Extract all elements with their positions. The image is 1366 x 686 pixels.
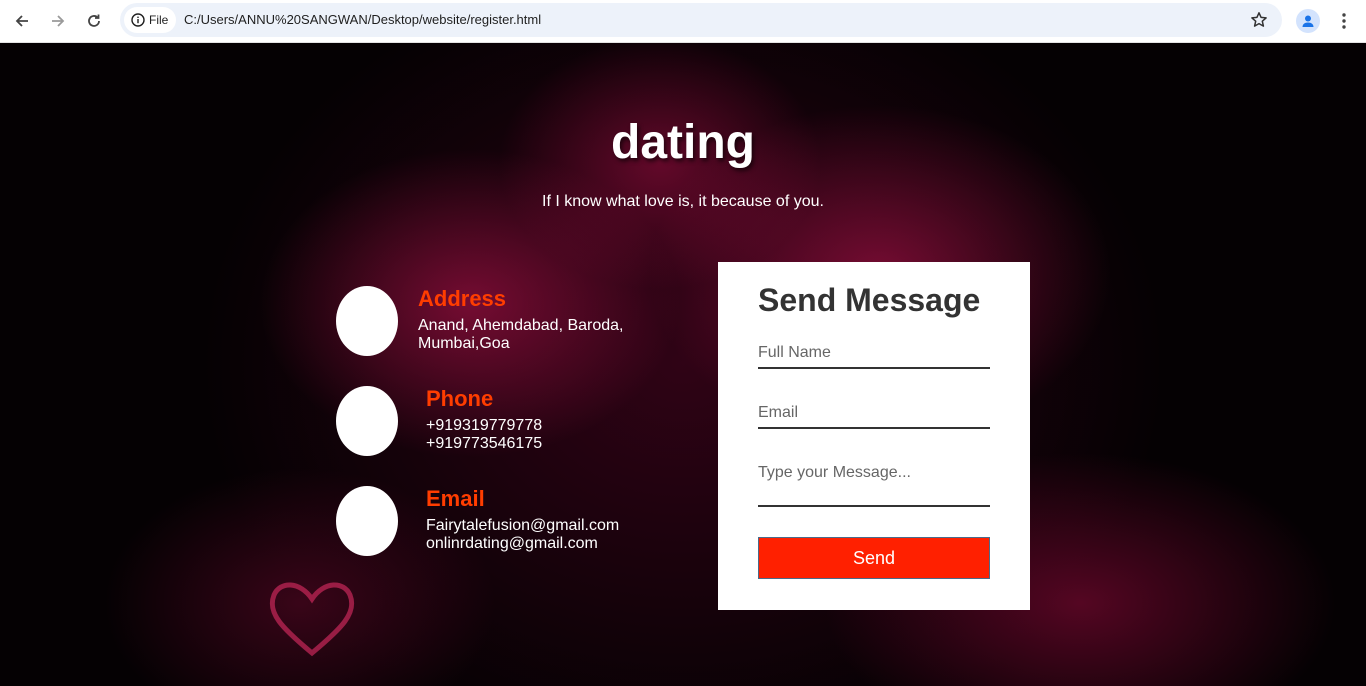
url-text[interactable]: C:/Users/ANNU%20SANGWAN/Desktop/website/…	[184, 12, 541, 27]
star-icon	[1251, 12, 1267, 27]
profile-avatar-icon	[1302, 15, 1314, 27]
phone-title: Phone	[426, 386, 494, 411]
page-title: dating	[611, 116, 755, 169]
heart-decoration-icon	[269, 582, 355, 657]
address-icon	[336, 286, 398, 356]
more-vert-icon	[1342, 13, 1346, 29]
phone-line-1: +919319779778	[426, 417, 543, 434]
info-icon	[131, 13, 145, 27]
bookmark-star-button[interactable]	[1248, 9, 1270, 31]
address-info: Address Anand, Ahemdabad, Baroda, Mumbai…	[336, 286, 666, 358]
reload-button[interactable]	[79, 6, 109, 36]
email-icon	[336, 486, 398, 556]
email-line-2: onlinrdating@gmail.com	[426, 535, 598, 552]
back-button[interactable]	[7, 6, 37, 36]
send-button[interactable]: Send	[758, 537, 990, 579]
back-arrow-icon	[15, 15, 28, 27]
forward-button[interactable]	[43, 6, 73, 36]
email-info: Email Fairytalefusion@gmail.com onlinrda…	[336, 486, 666, 558]
forward-arrow-icon	[52, 15, 65, 27]
file-label: File	[149, 13, 169, 27]
phone-info: Phone +919319779778 +919773546175	[336, 386, 666, 458]
address-title: Address	[418, 286, 507, 311]
phone-line-2: +919773546175	[426, 435, 543, 452]
profile-button[interactable]	[1296, 9, 1320, 33]
email-title: Email	[426, 486, 485, 511]
full-name-field[interactable]	[758, 344, 990, 369]
address-line-1: Anand, Ahemdabad, Baroda,	[418, 317, 624, 334]
reload-icon	[88, 14, 100, 27]
tagline: If I know what love is, it because of yo…	[542, 193, 824, 210]
email-line-1: Fairytalefusion@gmail.com	[426, 517, 620, 534]
address-bar[interactable]: File C:/Users/ANNU%20SANGWAN/Desktop/web…	[120, 3, 1282, 37]
form-title: Send Message	[758, 282, 981, 318]
browser-toolbar: File C:/Users/ANNU%20SANGWAN/Desktop/web…	[0, 0, 1366, 43]
message-field[interactable]	[758, 464, 990, 507]
page-content: dating If I know what love is, it becaus…	[0, 43, 1366, 686]
contact-form: Send Message Send	[718, 262, 1030, 610]
email-field[interactable]	[758, 404, 990, 429]
browser-menu-button[interactable]	[1332, 8, 1356, 34]
phone-icon	[336, 386, 398, 456]
address-line-2: Mumbai,Goa	[418, 335, 510, 352]
site-info-chip[interactable]: File	[124, 7, 176, 33]
